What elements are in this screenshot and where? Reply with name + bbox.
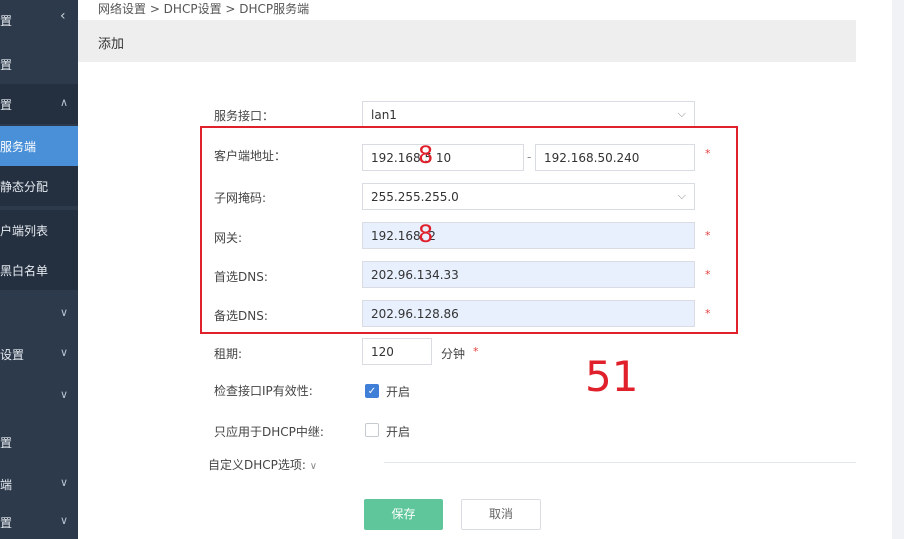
check-ip-checkbox[interactable]: ✓: [365, 384, 379, 398]
relay-only-option: 开启: [386, 425, 411, 439]
sidebar-item-clients[interactable]: 户端列表: [0, 210, 78, 250]
sidebar-item-7[interactable]: ∨: [0, 294, 78, 334]
chevron-down-icon: ∨: [59, 306, 68, 319]
annotation-box: [200, 126, 738, 334]
sidebar-item-11[interactable]: 端 ∨: [0, 464, 78, 504]
required-mark: *: [473, 345, 479, 358]
interface-value: lan1: [371, 108, 397, 122]
sidebar-item-label: 置: [0, 436, 13, 450]
relay-only-checkbox[interactable]: [365, 423, 379, 437]
chevron-down-icon: ⌵: [677, 107, 686, 120]
sidebar-item-12[interactable]: 置 ∨: [0, 502, 78, 539]
divider: [384, 462, 856, 463]
sidebar-item-top[interactable]: 置: [0, 0, 78, 40]
sidebar-item-label: 置: [0, 14, 13, 28]
sidebar-item-label: 黑白名单: [0, 264, 49, 278]
sidebar-item-label: 服务端: [0, 140, 37, 154]
sidebar-item-10[interactable]: 置: [0, 422, 78, 462]
sidebar-item-blackwhite[interactable]: 黑白名单: [0, 250, 78, 290]
sidebar-item-dhcp-server[interactable]: 服务端: [0, 126, 78, 166]
lease-label: 租期:: [214, 347, 243, 361]
lease-input[interactable]: 120: [362, 338, 432, 365]
save-button[interactable]: 保存: [364, 499, 443, 530]
collapse-sidebar-icon[interactable]: ‹: [60, 8, 66, 24]
sidebar-item-label: 静态分配: [0, 180, 49, 194]
sidebar-item-label: 设置: [0, 348, 25, 362]
sidebar-item-8[interactable]: 设置 ∨: [0, 334, 78, 374]
check-ip-label: 检查接口IP有效性:: [214, 384, 313, 398]
sidebar-item-dhcp[interactable]: 置 ∧: [0, 84, 78, 124]
custom-options-toggle[interactable]: 自定义DHCP选项: ∨: [208, 456, 317, 473]
sidebar-item-label: 置: [0, 58, 13, 72]
sidebar-item-label: 端: [0, 478, 13, 492]
sidebar-item-1[interactable]: 置: [0, 44, 78, 84]
lease-value: 120: [371, 345, 394, 359]
sidebar-item-label: 置: [0, 516, 13, 530]
interface-label: 服务接口：: [214, 109, 275, 123]
chevron-down-icon: ∨: [59, 476, 68, 489]
page-header: 添加: [78, 20, 856, 62]
chevron-down-icon: ∨: [59, 346, 68, 359]
page-title: 添加: [98, 37, 125, 52]
chevron-down-icon: ∨: [59, 388, 68, 401]
chevron-down-icon: ∨: [309, 461, 318, 472]
check-ip-option: 开启: [386, 385, 411, 399]
interface-select[interactable]: lan1 ⌵: [362, 101, 695, 128]
chevron-up-icon: ∧: [59, 96, 68, 109]
sidebar-item-static[interactable]: 静态分配: [0, 166, 78, 206]
chevron-down-icon: ∨: [59, 514, 68, 527]
lease-unit: 分钟: [441, 347, 466, 361]
sidebar: 置 ‹ 置 置 ∧ 服务端 静态分配 户端列表 黑白名单 ∨ 设置 ∨ ∨ 置 …: [0, 0, 78, 539]
sidebar-item-label: 置: [0, 98, 13, 112]
cancel-button[interactable]: 取消: [461, 499, 541, 530]
annotation-digit: 8: [418, 141, 434, 169]
annotation-number: 51: [585, 352, 639, 401]
right-scroll-area: [892, 0, 904, 539]
sidebar-item-label: 户端列表: [0, 224, 49, 238]
breadcrumb: 网络设置 > DHCP设置 > DHCP服务端: [98, 2, 310, 16]
custom-options-label: 自定义DHCP选项:: [208, 458, 306, 472]
relay-only-label: 只应用于DHCP中继:: [214, 425, 324, 439]
sidebar-item-9[interactable]: ∨: [0, 376, 78, 416]
annotation-digit: 8: [418, 220, 434, 248]
